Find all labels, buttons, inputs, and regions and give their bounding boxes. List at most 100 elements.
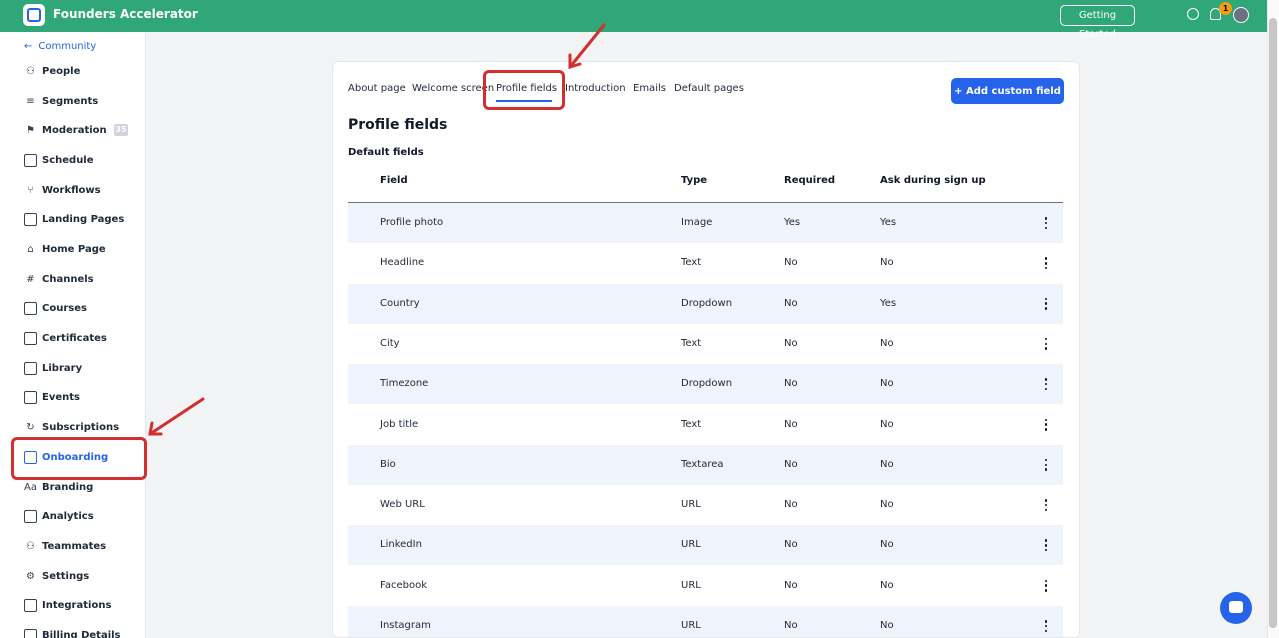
cell-field: Timezone — [380, 378, 429, 390]
more-options-icon[interactable] — [1044, 217, 1048, 229]
more-options-icon[interactable] — [1044, 378, 1048, 391]
sidebar-item-certificates[interactable]: Certificates — [24, 329, 107, 347]
cell-field: City — [380, 337, 400, 349]
sidebar-item-billing-details[interactable]: Billing Details — [24, 626, 121, 638]
sidebar-item-label: Home Page — [42, 243, 106, 255]
tab-about-page[interactable]: About page — [348, 83, 406, 94]
segments-icon: ≡ — [26, 95, 35, 107]
section-title: Default fields — [348, 147, 424, 158]
table-row[interactable]: Headline Text No No — [348, 243, 1063, 283]
annotation-arrowhead-sidebar — [148, 421, 163, 436]
moderation-icon: ⚑ — [26, 124, 35, 136]
people-icon: ⚇ — [26, 65, 35, 77]
column-header-type: Type — [681, 175, 708, 186]
sidebar-item-segments[interactable]: ≡ Segments — [24, 92, 98, 110]
cell-field: LinkedIn — [380, 539, 422, 551]
tab-emails[interactable]: Emails — [633, 83, 666, 94]
integrations-icon — [24, 598, 37, 612]
table-row[interactable]: Web URL URL No No — [348, 485, 1063, 525]
arrow-left-icon: ← — [24, 41, 33, 52]
cell-required: No — [784, 418, 798, 430]
table-row[interactable]: Timezone Dropdown No No — [348, 364, 1063, 405]
more-options-icon[interactable] — [1044, 499, 1048, 512]
tab-welcome-screen[interactable]: Welcome screen — [412, 83, 494, 94]
more-options-icon[interactable] — [1044, 257, 1048, 270]
table-row[interactable]: Profile photo Image Yes Yes — [348, 203, 1063, 243]
table-row[interactable]: Facebook URL No No — [348, 566, 1063, 606]
sidebar-item-label: People — [42, 65, 81, 77]
cell-type: Dropdown — [681, 297, 733, 309]
cell-ask-during-sign-up: No — [880, 499, 894, 511]
cell-ask-during-sign-up: No — [880, 337, 894, 349]
annotation-arrow-sidebar — [148, 397, 205, 436]
more-options-icon[interactable] — [1044, 620, 1048, 632]
table-row[interactable]: LinkedIn URL No No — [348, 525, 1063, 566]
table-row[interactable]: Country Dropdown No Yes — [348, 283, 1063, 324]
chat-widget-button[interactable] — [1220, 592, 1252, 624]
cell-required: No — [784, 378, 798, 390]
sidebar-item-label: Settings — [42, 570, 90, 582]
sidebar-item-label: Integrations — [42, 599, 112, 611]
user-avatar[interactable] — [1233, 7, 1249, 23]
sidebar-item-subscriptions[interactable]: ↻ Subscriptions — [24, 418, 119, 436]
getting-started-button[interactable]: Getting Started — [1060, 5, 1135, 40]
back-to-community-link[interactable]: ← Community — [24, 41, 96, 52]
cell-ask-during-sign-up: No — [880, 257, 894, 269]
sidebar-item-workflows[interactable]: ⑂ Workflows — [24, 181, 101, 199]
add-custom-field-button[interactable]: + Add custom field — [951, 78, 1064, 104]
sidebar-item-label: Workflows — [42, 184, 101, 196]
sidebar-item-label: Schedule — [42, 154, 94, 166]
sidebar-item-branding[interactable]: Aa Branding — [24, 478, 93, 496]
cell-type: URL — [681, 620, 701, 631]
analytics-icon — [24, 509, 37, 523]
table-row[interactable]: Bio Textarea No No — [348, 444, 1063, 485]
cell-type: URL — [681, 539, 701, 551]
cell-type: Image — [681, 217, 713, 228]
sidebar-item-integrations[interactable]: Integrations — [24, 596, 111, 614]
more-options-icon[interactable] — [1044, 579, 1048, 592]
sidebar-item-events[interactable]: Events — [24, 388, 80, 406]
sidebar-item-label: Channels — [42, 273, 94, 285]
sidebar-item-people[interactable]: ⚇ People — [24, 62, 80, 80]
cell-ask-during-sign-up: Yes — [880, 297, 897, 309]
more-options-icon[interactable] — [1044, 337, 1048, 350]
chat-icon[interactable] — [1187, 8, 1199, 20]
calendar-icon — [24, 390, 37, 404]
sidebar-item-label: Events — [42, 391, 80, 403]
sidebar-item-courses[interactable]: Courses — [24, 299, 87, 317]
home-icon: ⌂ — [27, 243, 34, 255]
sidebar: ← Community ⚇ People ≡ Segments ⚑ Moderation… — [0, 32, 146, 638]
sidebar-item-library[interactable]: Library — [24, 359, 82, 377]
more-options-icon[interactable] — [1044, 539, 1048, 552]
column-header-ask-during-sign-up: Ask during sign up — [880, 175, 986, 186]
sidebar-item-schedule[interactable]: Schedule — [24, 151, 94, 169]
app-logo[interactable] — [23, 4, 45, 26]
library-icon — [24, 361, 37, 375]
more-options-icon[interactable] — [1044, 297, 1048, 310]
cell-type: Dropdown — [681, 378, 733, 390]
sidebar-item-label: Courses — [42, 302, 87, 314]
tab-introduction[interactable]: Introduction — [565, 83, 626, 94]
sidebar-item-analytics[interactable]: Analytics — [24, 507, 94, 525]
sidebar-item-channels[interactable]: # Channels — [24, 270, 94, 288]
scrollbar-thumb[interactable] — [1269, 18, 1277, 628]
more-options-icon[interactable] — [1044, 458, 1048, 471]
table-row[interactable]: Job title Text No No — [348, 405, 1063, 445]
cell-type: Textarea — [681, 458, 724, 470]
sidebar-item-home-page[interactable]: ⌂ Home Page — [24, 240, 106, 258]
sidebar-item-settings[interactable]: ⚙ Settings — [24, 567, 89, 585]
table-row[interactable]: Instagram URL No No — [348, 606, 1063, 637]
cell-field: Profile photo — [380, 217, 444, 228]
cell-required: No — [784, 539, 798, 551]
table-row[interactable]: City Text No No — [348, 324, 1063, 364]
cell-ask-during-sign-up: No — [880, 418, 894, 430]
sidebar-item-label: Branding — [42, 481, 94, 493]
sidebar-item-landing-pages[interactable]: Landing Pages — [24, 210, 124, 228]
sidebar-item-moderation[interactable]: ⚑ Moderation — [24, 121, 107, 139]
moderation-count-badge: 35 — [114, 124, 128, 136]
cell-required: No — [784, 257, 798, 269]
cell-type: Text — [681, 257, 702, 269]
sidebar-item-teammates[interactable]: ⚇ Teammates — [24, 537, 106, 555]
more-options-icon[interactable] — [1044, 418, 1048, 431]
tab-default-pages[interactable]: Default pages — [674, 83, 744, 94]
